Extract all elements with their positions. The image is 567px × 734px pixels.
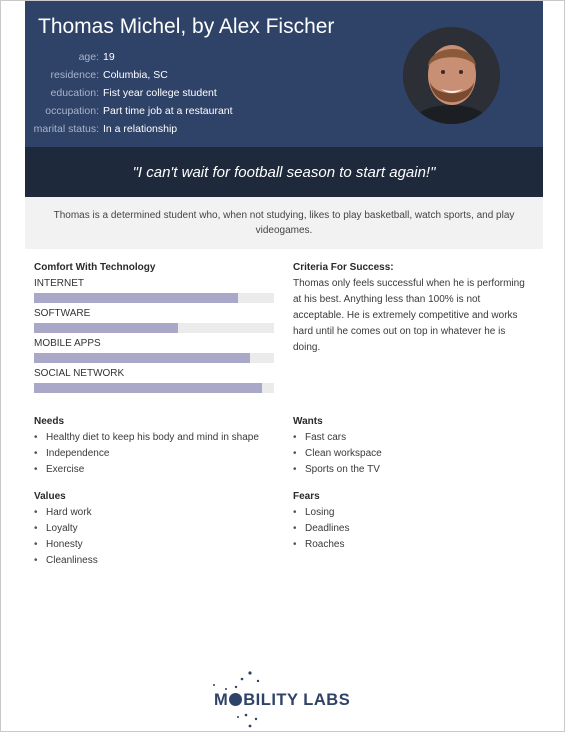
detail-value: In a relationship [103, 123, 178, 135]
tech-label: MOBILE APPS [34, 338, 101, 349]
needs-list: Healthy diet to keep his body and mind i… [34, 430, 259, 478]
criteria-title: Criteria For Success: [293, 262, 394, 273]
logo-text-m: M [214, 691, 229, 709]
list-item: Sports on the TV [293, 462, 382, 478]
list-item: Independence [34, 446, 259, 462]
persona-page: Thomas Michel, by Alex Fischer age: 19 r… [0, 0, 565, 732]
detail-row-marital-status: marital status: In a relationship [25, 120, 233, 138]
tech-bar-track [34, 323, 274, 333]
quote-band: "I can't wait for football season to sta… [25, 147, 543, 197]
list-item: Healthy diet to keep his body and mind i… [34, 430, 259, 446]
tech-bar-fill [34, 383, 262, 393]
needs-section: Needs Healthy diet to keep his body and … [34, 416, 259, 478]
avatar [403, 27, 500, 124]
tech-bar-track [34, 383, 274, 393]
detail-value: 19 [103, 51, 115, 63]
persona-bio: Thomas is a determined student who, when… [53, 210, 515, 236]
comfort-title: Comfort With Technology [34, 262, 156, 273]
list-item: Fast cars [293, 430, 382, 446]
detail-row-education: education: Fist year college student [25, 84, 233, 102]
list-item: Clean workspace [293, 446, 382, 462]
comfort-with-technology: Comfort With Technology INTERNET SOFTWAR… [34, 262, 274, 393]
list-item: Loyalty [34, 521, 98, 537]
tech-bar-fill [34, 353, 250, 363]
tech-label: INTERNET [34, 278, 84, 289]
list-item: Honesty [34, 537, 98, 553]
values-title: Values [34, 491, 66, 502]
avatar-portrait-icon [403, 27, 500, 124]
bio-band: Thomas is a determined student who, when… [25, 197, 543, 249]
detail-row-occupation: occupation: Part time job at a restauran… [25, 102, 233, 120]
tech-label: SOCIAL NETWORK [34, 368, 125, 379]
list-item: Losing [293, 505, 349, 521]
tech-bar-track [34, 293, 274, 303]
list-item: Hard work [34, 505, 98, 521]
detail-label: age: [78, 51, 99, 63]
logo-text-rest: BILITY LABS [243, 691, 351, 709]
needs-title: Needs [34, 416, 65, 427]
persona-details: age: 19 residence: Columbia, SC educatio… [25, 48, 233, 138]
persona-quote: "I can't wait for football season to sta… [132, 163, 436, 181]
persona-header: Thomas Michel, by Alex Fischer age: 19 r… [25, 1, 543, 147]
criteria-for-success: Criteria For Success: Thomas only feels … [293, 262, 533, 356]
wants-section: Wants Fast cars Clean workspace Sports o… [293, 416, 382, 478]
detail-label: residence: [50, 69, 99, 81]
logo-o-dot-icon [229, 693, 243, 706]
list-item: Exercise [34, 462, 259, 478]
wants-list: Fast cars Clean workspace Sports on the … [293, 430, 382, 478]
persona-name: Thomas Michel, by Alex Fischer [38, 15, 335, 38]
fears-section: Fears Losing Deadlines Roaches [293, 491, 349, 553]
tech-label: SOFTWARE [34, 308, 91, 319]
fears-title: Fears [293, 491, 320, 502]
tech-item-social-network: SOCIAL NETWORK [34, 368, 274, 393]
tech-bar-fill [34, 323, 178, 333]
detail-row-age: age: 19 [25, 48, 233, 66]
fears-list: Losing Deadlines Roaches [293, 505, 349, 553]
tech-item-mobile-apps: MOBILE APPS [34, 338, 274, 363]
values-list: Hard work Loyalty Honesty Cleanliness [34, 505, 98, 569]
logo-wordmark: M BILITY LABS [214, 691, 350, 710]
list-item: Roaches [293, 537, 349, 553]
mobility-labs-logo: M BILITY LABS [206, 669, 366, 729]
tech-item-software: SOFTWARE [34, 308, 274, 333]
tech-bar-fill [34, 293, 238, 303]
detail-label: occupation: [45, 105, 99, 117]
criteria-text: Thomas only feels successful when he is … [293, 278, 525, 353]
tech-bar-track [34, 353, 274, 363]
detail-row-residence: residence: Columbia, SC [25, 66, 233, 84]
detail-value: Columbia, SC [103, 69, 168, 81]
wants-title: Wants [293, 416, 323, 427]
detail-value: Fist year college student [103, 87, 217, 99]
detail-label: education: [50, 87, 99, 99]
detail-label: marital status: [33, 123, 99, 135]
list-item: Deadlines [293, 521, 349, 537]
values-section: Values Hard work Loyalty Honesty Cleanli… [34, 491, 98, 569]
tech-item-internet: INTERNET [34, 278, 274, 303]
detail-value: Part time job at a restaurant [103, 105, 233, 117]
list-item: Cleanliness [34, 553, 98, 569]
